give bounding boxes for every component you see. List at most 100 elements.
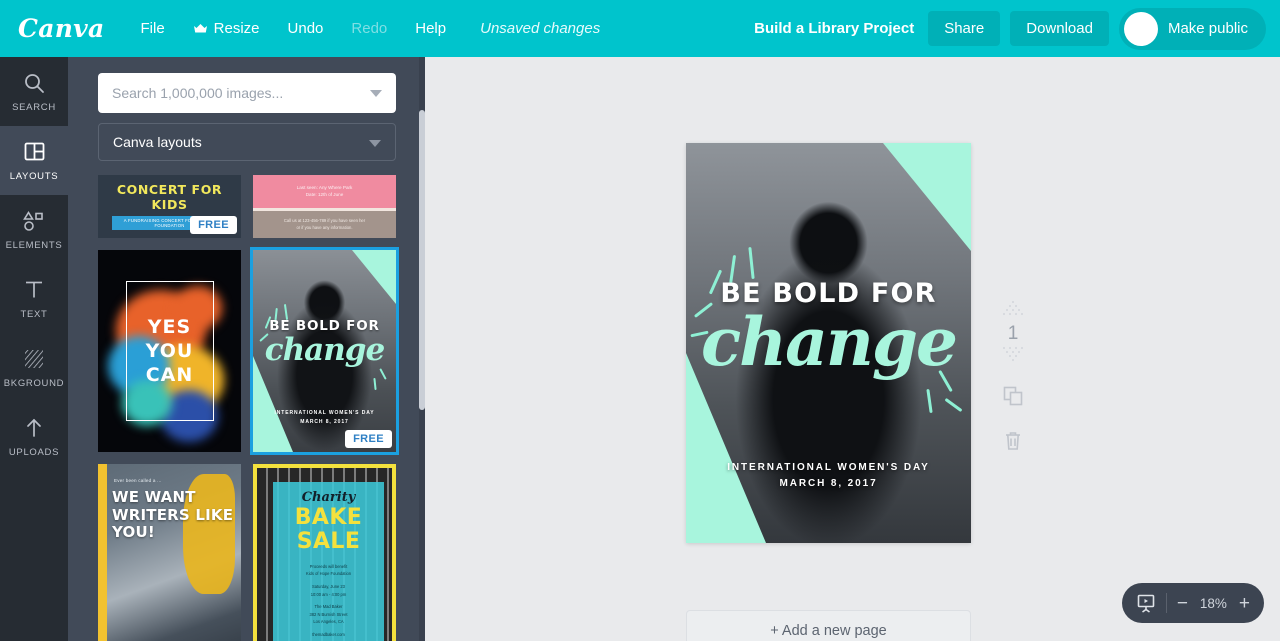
- thumb-line: Proceeds will benefit: [309, 563, 348, 569]
- layout-thumb-yes-you-can[interactable]: YES YOU CAN: [98, 250, 241, 452]
- chevron-down-icon[interactable]: [370, 90, 382, 97]
- sidebar-item-uploads[interactable]: UPLOADS: [0, 402, 68, 471]
- sidebar-item-elements-label: ELEMENTS: [5, 239, 63, 251]
- sidebar-item-text[interactable]: TEXT: [0, 264, 68, 333]
- add-new-page-button[interactable]: + Add a new page: [686, 610, 971, 641]
- menu-file[interactable]: File: [131, 14, 175, 43]
- sidebar-item-layouts-label: LAYOUTS: [9, 170, 59, 182]
- page-down-arrow-icon[interactable]: [1002, 346, 1024, 367]
- layouts-panel: Canva layouts CONCERT FOR KIDS A FUNDRAI…: [68, 57, 425, 641]
- layout-thumb-charity-bake-sale[interactable]: Charity BAKE SALE Proceeds will benefit …: [253, 464, 396, 641]
- thumb-col-heading: FOR TICKETS: [190, 237, 232, 238]
- background-icon: [23, 347, 45, 371]
- project-title[interactable]: Build a Library Project: [754, 20, 914, 37]
- thumb-line: CAN: [145, 363, 194, 386]
- sidebar-item-background-label: BKGROUND: [3, 377, 65, 389]
- canvas-workspace: BE BOLD FOR change INTERNATIONAL WOMEN'S…: [425, 57, 1280, 641]
- thumb-col-heading: 05.25.20 | 5PM: [149, 237, 191, 238]
- zoom-in-button[interactable]: +: [1239, 594, 1250, 613]
- thumb-line: Saturday, June 23: [312, 584, 345, 589]
- share-button[interactable]: Share: [928, 11, 1001, 46]
- corner-accent-top-right: [883, 143, 971, 251]
- thumb-line: 10:00 am - 4:00 pm: [310, 591, 347, 597]
- design-footer-1: INTERNATIONAL WOMEN'S DAY: [727, 462, 930, 473]
- thumb-left-bar: [98, 464, 107, 641]
- thumb-title: CONCERT FOR KIDS: [116, 182, 223, 212]
- thumb-footer-2: MARCH 8, 2017: [300, 419, 349, 425]
- save-status: Unsaved changes: [480, 20, 601, 37]
- sidebar-item-search-label: SEARCH: [12, 101, 56, 113]
- left-sidebar: SEARCH LAYOUTS ELEMENTS TEXT BKGROUND UP…: [0, 57, 68, 641]
- corner-accent-bottom-left: [686, 353, 766, 543]
- thumb-column: 05.25.20 | 5PM Daly Park Walker, Ames: [149, 237, 191, 238]
- menu-redo[interactable]: Redo: [341, 14, 397, 43]
- design-footer-2: MARCH 8, 2017: [779, 478, 878, 489]
- menu-redo-label: Redo: [351, 20, 388, 37]
- thumb-bottom-block: Call us at 123-456-789 if you have seen …: [253, 211, 396, 237]
- corner-accent-bottom-left: [253, 356, 293, 452]
- page-number: 1: [1007, 323, 1019, 344]
- thumb-line: Date: 12th of June: [305, 192, 344, 198]
- sidebar-item-elements[interactable]: ELEMENTS: [0, 195, 68, 264]
- thumb-line: Los Angeles, CA: [313, 619, 344, 625]
- page-tools: 1: [988, 300, 1038, 457]
- thumb-top-block: Last seen: Any Where Park Date: 12th of …: [253, 175, 396, 208]
- free-badge: FREE: [190, 216, 237, 234]
- category-select[interactable]: Canva layouts: [98, 123, 396, 161]
- make-public-label: Make public: [1167, 20, 1248, 37]
- thumb-small-text: Ever been called a ...: [114, 478, 162, 483]
- canva-logo[interactable]: Canva: [18, 14, 105, 43]
- sidebar-item-layouts[interactable]: LAYOUTS: [0, 126, 68, 195]
- menu-file-label: File: [140, 20, 165, 37]
- zoom-bar: − 18% +: [1122, 583, 1264, 623]
- sidebar-item-uploads-label: UPLOADS: [8, 446, 60, 458]
- chevron-down-icon[interactable]: [369, 140, 381, 147]
- toggle-knob[interactable]: [1123, 11, 1158, 46]
- crown-icon: [193, 23, 208, 34]
- thumb-col-heading: FEATURING: [107, 237, 149, 238]
- sidebar-item-search[interactable]: SEARCH: [0, 57, 68, 126]
- thumb-column: FOR TICKETS Tickets www.site.com: [190, 237, 232, 238]
- duplicate-page-icon[interactable]: [1002, 385, 1024, 412]
- elements-icon: [22, 209, 46, 233]
- menu-resize[interactable]: Resize: [183, 14, 270, 43]
- canva-editor: Canva File Resize Undo Redo Help Unsaved…: [0, 0, 1280, 641]
- layout-thumbnail-grid: CONCERT FOR KIDS A FUNDRAISING CONCERT F…: [98, 175, 399, 641]
- thumb-line: 382 N Burnish Street: [309, 611, 348, 617]
- thumb-line: Last seen: Any Where Park: [296, 185, 353, 191]
- layout-thumb-last-seen-poster[interactable]: Last seen: Any Where Park Date: 12th of …: [253, 175, 396, 238]
- thumb-big-1: BAKE: [294, 505, 363, 530]
- menu-help[interactable]: Help: [405, 14, 456, 43]
- menu-undo[interactable]: Undo: [278, 14, 334, 43]
- thumb-line: The Mad Baker: [314, 604, 343, 610]
- thumb-script: change: [264, 332, 385, 368]
- category-select-value: Canva layouts: [113, 134, 202, 150]
- layouts-icon: [24, 140, 45, 164]
- thumb-big-2: SALE: [296, 529, 361, 555]
- free-badge: FREE: [345, 430, 392, 448]
- thumb-line: YES: [147, 315, 192, 338]
- top-bar: Canva File Resize Undo Redo Help Unsaved…: [0, 0, 1280, 57]
- layouts-panel-inner: Canva layouts CONCERT FOR KIDS A FUNDRAI…: [68, 57, 425, 641]
- menu-resize-label: Resize: [213, 20, 260, 37]
- make-public-toggle[interactable]: Make public: [1118, 7, 1266, 50]
- menu-undo-label: Undo: [287, 20, 324, 37]
- layout-thumb-we-want-writers[interactable]: Ever been called a ... WE WANT WRITERS L…: [98, 464, 241, 641]
- zoom-out-button[interactable]: −: [1177, 594, 1188, 613]
- thumb-line: YOU: [145, 339, 194, 362]
- thumb-card: Charity BAKE SALE Proceeds will benefit …: [273, 482, 384, 641]
- download-button[interactable]: Download: [1010, 11, 1109, 46]
- zoom-divider: [1166, 593, 1167, 613]
- upload-icon: [24, 416, 44, 440]
- corner-accent-top-right: [352, 250, 396, 304]
- layout-thumb-concert-for-kids[interactable]: CONCERT FOR KIDS A FUNDRAISING CONCERT F…: [98, 175, 241, 238]
- layout-thumb-be-bold-for-change[interactable]: BE BOLD FOR change INTERNATIONAL WOMEN'S…: [250, 247, 399, 455]
- sidebar-item-background[interactable]: BKGROUND: [0, 333, 68, 402]
- delete-page-icon[interactable]: [1003, 430, 1023, 457]
- search-input[interactable]: [98, 73, 396, 113]
- thumb-script: Charity: [301, 490, 356, 505]
- page-up-arrow-icon[interactable]: [1002, 300, 1024, 321]
- design-canvas[interactable]: BE BOLD FOR change INTERNATIONAL WOMEN'S…: [686, 143, 971, 543]
- present-icon[interactable]: [1136, 593, 1156, 613]
- search-field[interactable]: [98, 73, 396, 113]
